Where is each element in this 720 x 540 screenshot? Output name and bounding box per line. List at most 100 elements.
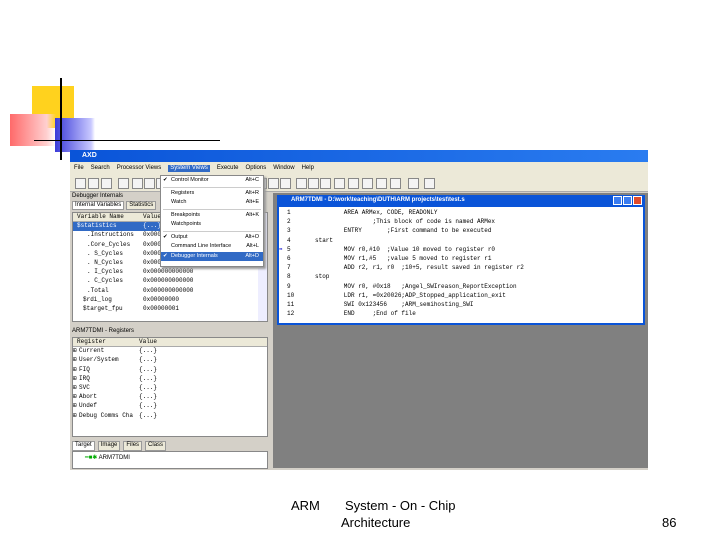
line-arrow-icon [279,301,287,310]
table-row[interactable]: . I_Cycles 0x000000000000 [73,268,267,277]
table-row[interactable]: ⊞ SVC {...} [73,384,267,393]
table-row[interactable]: ⊞ Current {...} [73,347,267,356]
menu-window[interactable]: Window [273,165,294,172]
table-row[interactable]: $rdi_log 0x00000000 [73,296,267,305]
target-label: ARM7TDMI [98,455,130,461]
code-line[interactable]: 1 AREA ARMex, CODE, READONLY [279,209,643,218]
code-editor[interactable]: 1 AREA ARMex, CODE, READONLY 2 ;This bloc… [279,207,643,323]
menu-options[interactable]: Options [246,165,267,172]
menu-item-output[interactable]: ✔ Output Alt+O [161,233,263,243]
variable-name: . N_Cycles [87,258,124,266]
code-line[interactable]: 3 ENTRY ;First command to be executed [279,227,643,236]
code-line[interactable]: 12 END ;End of file [279,310,643,319]
code-text: ;This block of code is named ARMex [315,218,496,226]
register-value: {...} [139,365,158,373]
code-text: ENTRY ;First command to be executed [315,227,492,235]
tab[interactable]: Image [97,441,121,451]
shortcut: Alt+L [246,243,259,249]
maximize-button[interactable] [623,196,632,205]
menu-help[interactable]: Help [302,165,314,172]
code-line[interactable]: 10 LDR r1, =0x20026;ADP_Stopped_applicat… [279,292,643,301]
tab[interactable]: Target [72,441,95,451]
menu-system-views[interactable]: System Views [168,165,210,172]
code-text: MOV r0, #0x18 ;Angel_SWIreason_ReportExc… [315,282,517,290]
menu-processor-views[interactable]: Processor Views [117,165,162,172]
code-line[interactable]: 8 stop [279,273,643,282]
register-value: {...} [139,411,158,419]
table-row[interactable]: . C_Cycles 0x000000000000 [73,277,267,286]
code-text: MOV r0,#10 ;Value 10 moved to register r… [315,245,496,253]
menu-search[interactable]: Search [91,165,110,172]
col-header[interactable]: Value [139,338,157,346]
toolbar-button[interactable] [101,178,112,189]
target-item[interactable]: ━■✱ ARM7TDMI [72,451,268,469]
toolbar-button[interactable] [118,178,129,189]
menu-item-watch[interactable]: Watch Alt+E [161,198,263,208]
tab[interactable]: Class [145,441,167,451]
toolbar-button[interactable] [376,178,387,189]
code-line[interactable]: 7 ADD r2, r1, r0 ;10+5, result saved in … [279,264,643,273]
variable-value: 0x00000001 [143,304,180,312]
table-row[interactable]: ⊞ Undef {...} [73,402,267,411]
code-line[interactable]: 6 MOV r1,#5 ;value 5 moved to register r… [279,255,643,264]
toolbar-button[interactable] [280,178,291,189]
toolbar-button[interactable] [308,178,319,189]
code-line[interactable]: 9 MOV r0, #0x18 ;Angel_SWIreason_ReportE… [279,283,643,292]
line-number: 8 [287,273,291,281]
toolbar-button[interactable] [390,178,401,189]
table-row[interactable]: $target_fpu 0x00000001 [73,305,267,314]
label: Watchpoints [171,221,202,227]
toolbar-button[interactable] [296,178,307,189]
table-row[interactable]: ⊞ Debug Comms Cha {...} [73,412,267,421]
table-row[interactable]: ⊞ IRQ {...} [73,375,267,384]
menu-execute[interactable]: Execute [217,165,239,172]
table-row[interactable]: ⊞ Abort {...} [73,393,267,402]
toolbar-button[interactable] [408,178,419,189]
tab[interactable]: Internal Variables [72,201,125,210]
toolbar-button[interactable] [320,178,331,189]
table-row[interactable]: ⊞ User/System {...} [73,356,267,365]
line-arrow-icon: ➡ [279,245,283,253]
toolbar-button[interactable] [88,178,99,189]
shortcut: Alt+R [245,189,259,196]
table-row[interactable]: .Total 0x000000000000 [73,287,267,296]
code-line[interactable]: 4 start [279,237,643,246]
shortcut: Alt+D [245,252,259,259]
menu-file[interactable]: File [74,165,84,172]
menu-item-control-monitor[interactable]: ✔ Control Monitor Alt+C [161,176,263,186]
line-arrow-icon [279,273,287,282]
col-header[interactable]: Variable Name [73,213,143,221]
toolbar-button[interactable] [144,178,155,189]
shortcut: Alt+O [245,233,259,240]
toolbar-button[interactable] [75,178,86,189]
toolbar-button[interactable] [424,178,435,189]
label: Command Line Interface [171,243,232,249]
menu-item-watchpoints[interactable]: Watchpoints [161,220,263,230]
menu-item-command-line-interface[interactable]: Command Line Interface Alt+L [161,242,263,252]
footer-left: ARM [291,498,320,513]
code-line[interactable]: ➡ 5 MOV r0,#10 ;Value 10 moved to registe… [279,246,643,255]
minimize-button[interactable] [613,196,622,205]
code-line[interactable]: 11 SWI 0x123456 ;ARM_semihosting_SWI [279,301,643,310]
col-header[interactable]: Register [73,338,139,346]
code-line[interactable]: 2 ;This block of code is named ARMex [279,218,643,227]
toolbar-button[interactable] [268,178,279,189]
col-header[interactable]: Value [143,213,161,221]
table-row[interactable]: ⊞ FIQ {...} [73,366,267,375]
toolbar-button[interactable] [362,178,373,189]
label: Watch [171,199,187,205]
menu-item-breakpoints[interactable]: Breakpoints Alt+K [161,211,263,221]
close-button[interactable] [633,196,642,205]
tab[interactable]: Files [123,441,143,451]
variable-name: . I_Cycles [87,268,124,276]
code-window-title: ARM7TDMI - D:\work\teaching\DUTH\ARM pro… [291,197,465,203]
tab[interactable]: Statistics [126,201,157,210]
line-number: 7 [287,264,291,272]
menu-item-registers[interactable]: Registers Alt+R [161,189,263,199]
menu-item-debugger-internals[interactable]: ✔ Debugger Internals Alt+D [161,251,263,261]
toolbar-button[interactable] [348,178,359,189]
toolbar-button[interactable] [334,178,345,189]
toolbar-button[interactable] [132,178,143,189]
shortcut: Alt+C [245,177,259,183]
variable-name: $rdi_log [83,295,112,303]
